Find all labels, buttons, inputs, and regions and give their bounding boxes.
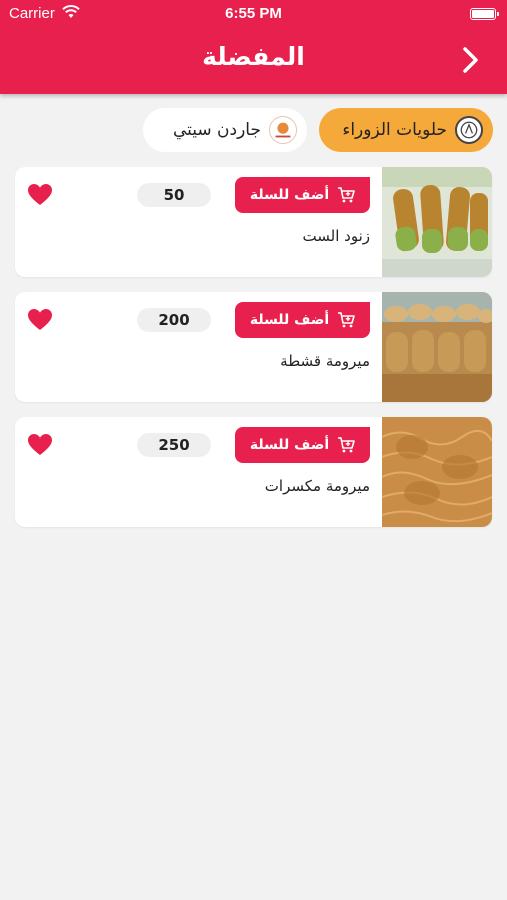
status-bar: Carrier 6:55 PM (0, 5, 507, 25)
product-name: ميرومة مكسرات (264, 477, 370, 495)
add-to-cart-label: أضف للسلة (249, 312, 330, 328)
product-name: ميرومة قشطة (280, 352, 370, 370)
cart-plus-icon (338, 187, 355, 203)
add-to-cart-button[interactable]: أضف للسلة (235, 302, 370, 338)
favorite-item-card[interactable]: أضف للسلة 250 ميرومة مكسرات (15, 417, 492, 527)
store-chip-garden-city[interactable]: جاردن سيتي (143, 108, 307, 152)
app-header: Carrier 6:55 PM المفضلة (0, 0, 507, 94)
heart-icon[interactable] (27, 183, 53, 207)
battery-icon (470, 8, 499, 20)
cart-plus-icon (338, 312, 355, 328)
favorite-item-card[interactable]: أضف للسلة 200 ميرومة قشطة (15, 292, 492, 402)
chevron-right-icon[interactable] (461, 46, 481, 74)
store-logo (455, 116, 483, 144)
price-badge: 50 (137, 183, 211, 207)
add-to-cart-label: أضف للسلة (249, 187, 330, 203)
heart-icon[interactable] (27, 433, 53, 457)
product-image (382, 417, 492, 527)
store-chip-label: جاردن سيتي (172, 120, 261, 140)
price-badge: 200 (137, 308, 211, 332)
store-chip-label: حلويات الزوراء (342, 120, 447, 140)
store-logo (269, 116, 297, 144)
product-name: زنود الست (302, 227, 370, 245)
add-to-cart-button[interactable]: أضف للسلة (235, 427, 370, 463)
add-to-cart-button[interactable]: أضف للسلة (235, 177, 370, 213)
favorite-item-card[interactable]: أضف للسلة 50 زنود الست (15, 167, 492, 277)
product-image (382, 167, 492, 277)
heart-icon[interactable] (27, 308, 53, 332)
product-image (382, 292, 492, 402)
add-to-cart-label: أضف للسلة (249, 437, 330, 453)
store-chip-zawraa[interactable]: حلويات الزوراء (319, 108, 493, 152)
status-time: 6:55 PM (225, 5, 282, 22)
page-title: المفضلة (202, 42, 305, 71)
price-badge: 250 (137, 433, 211, 457)
cart-plus-icon (338, 437, 355, 453)
